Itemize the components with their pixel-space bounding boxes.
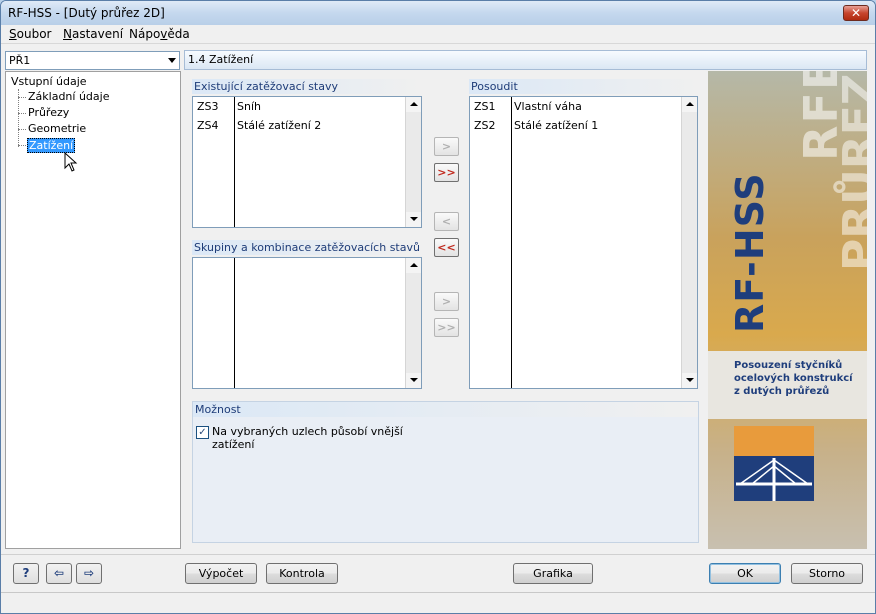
title-bar: RF-HSS - [Dutý průřez 2D] ✕ [1, 1, 875, 25]
groups-title: Skupiny a kombinace zatěžovacích stavů [192, 240, 422, 255]
control-button[interactable]: Kontrola [266, 563, 338, 584]
arrow-right-icon: ⇨ [83, 566, 95, 580]
graphics-button[interactable]: Grafika [513, 563, 593, 584]
arrow-left-icon: ⇦ [53, 566, 65, 580]
ok-button[interactable]: OK [709, 563, 781, 584]
logo-bridge-block [734, 456, 814, 501]
scroll-up-icon[interactable] [682, 97, 697, 112]
tree-branch [18, 97, 26, 98]
bottom-toolbar: ? ⇦ ⇨ Výpočet Kontrola Grafika OK Storno [1, 554, 875, 592]
column-divider [511, 97, 512, 388]
scrollbar[interactable] [681, 97, 697, 388]
tree-branch [18, 145, 26, 146]
banner-description-line: ocelových konstrukcí [734, 373, 853, 384]
cancel-button[interactable]: Storno [791, 563, 863, 584]
bridge-icon [736, 458, 812, 501]
help-button[interactable]: ? [13, 563, 39, 584]
calculate-button[interactable]: Výpočet [185, 563, 257, 584]
product-banner: RFEM PRŮREZ RF-HSS Posouzení styčníků oc… [708, 71, 867, 549]
section-title: 1.4 Zatížení [184, 50, 867, 70]
existing-cases-list[interactable]: ZS3 Sníh ZS4 Stálé zatížení 2 [192, 96, 422, 228]
tree-item-label: Geometrie [28, 122, 87, 135]
banner-description-line: Posouzení styčníků [734, 360, 843, 371]
remove-one-button[interactable]: < [434, 212, 459, 231]
banner-description: Posouzení styčníků ocelových konstrukcí … [708, 351, 867, 419]
help-icon: ? [22, 566, 30, 580]
next-page-button[interactable]: ⇨ [76, 563, 102, 584]
case-name: Vlastní váha [514, 100, 582, 113]
menu-napoveda[interactable]: Nápověda [129, 27, 190, 41]
close-button[interactable]: ✕ [843, 5, 869, 21]
mouse-cursor-icon [64, 152, 78, 172]
tree-item-label: Průřezy [28, 106, 70, 119]
case-select-value: PŘ1 [9, 54, 31, 67]
tree-branch [18, 129, 26, 130]
loads-panel: Existující zatěžovací stavy ZS3 Sníh ZS4… [184, 71, 867, 549]
dlubal-logo [734, 426, 814, 501]
tree-item-label: Zatížení [27, 138, 76, 153]
add-all-groups-button[interactable]: >> [434, 318, 459, 337]
case-select[interactable]: PŘ1 [5, 51, 180, 70]
column-divider [234, 258, 235, 388]
existing-cases-title: Existující zatěžovací stavy [192, 79, 422, 94]
scroll-down-icon[interactable] [682, 373, 697, 388]
scroll-up-icon[interactable] [406, 258, 421, 273]
tree-root-input-data[interactable]: Vstupní údaje [11, 75, 87, 88]
case-id: ZS2 [474, 119, 496, 132]
option-group: Možnost ✓ Na vybraných uzlech působí vně… [192, 401, 699, 543]
scroll-down-icon[interactable] [406, 212, 421, 227]
case-name: Stálé zatížení 2 [237, 119, 322, 132]
window-title: RF-HSS - [Dutý průřez 2D] [8, 6, 165, 20]
tree-item-label: Základní údaje [28, 90, 110, 103]
banner-description-line: z dutých průřezů [734, 386, 830, 397]
groups-list[interactable] [192, 257, 422, 389]
app-window: RF-HSS - [Dutý průřez 2D] ✕ Soubor Nasta… [0, 0, 876, 614]
scrollbar[interactable] [405, 258, 421, 388]
scrollbar[interactable] [405, 97, 421, 227]
case-id: ZS1 [474, 100, 496, 113]
status-bar [1, 592, 875, 613]
add-one-group-button[interactable]: > [434, 292, 459, 311]
scroll-down-icon[interactable] [406, 373, 421, 388]
menu-bar: Soubor Nastavení Nápověda [1, 25, 875, 44]
tree-branch [18, 113, 26, 114]
banner-watermark: PRŮREZ [834, 73, 867, 271]
chevron-down-icon [168, 58, 176, 63]
option-title: Možnost [193, 402, 698, 417]
check-cases-list[interactable]: ZS1 Vlastní váha ZS2 Stálé zatížení 1 [469, 96, 698, 389]
case-id: ZS3 [197, 100, 219, 113]
previous-page-button[interactable]: ⇦ [46, 563, 72, 584]
remove-all-button[interactable]: << [434, 238, 459, 257]
menu-soubor[interactable]: Soubor [9, 27, 51, 41]
external-load-checkbox[interactable]: ✓ [196, 426, 209, 439]
add-one-button[interactable]: > [434, 137, 459, 156]
case-id: ZS4 [197, 119, 219, 132]
banner-product-name: RF-HSS [728, 172, 772, 333]
case-name: Stálé zatížení 1 [514, 119, 599, 132]
external-load-label[interactable]: Na vybraných uzlech působí vnější zatíže… [212, 425, 412, 451]
check-cases-title: Posoudit [469, 79, 699, 94]
navigator-tree: Vstupní údaje Základní údaje Průřezy Geo… [5, 71, 181, 549]
menu-nastaveni[interactable]: Nastavení [63, 27, 123, 41]
column-divider [234, 97, 235, 227]
scroll-up-icon[interactable] [406, 97, 421, 112]
add-all-button[interactable]: >> [434, 163, 459, 182]
case-name: Sníh [237, 100, 261, 113]
